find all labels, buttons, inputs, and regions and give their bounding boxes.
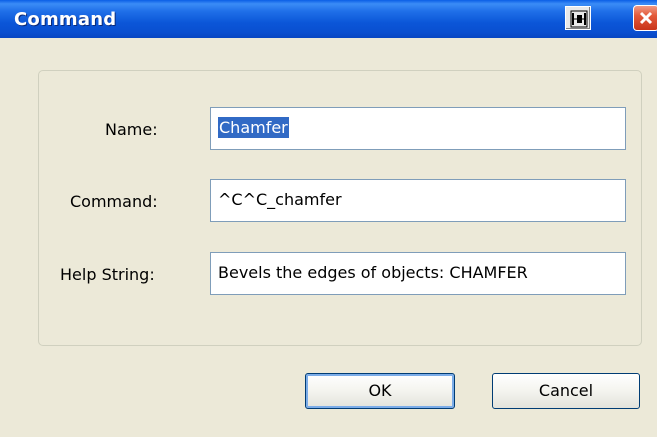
- name-value: Chamfer: [218, 117, 289, 138]
- name-field[interactable]: Chamfer: [210, 107, 626, 150]
- title-bar[interactable]: Command: [0, 0, 657, 38]
- command-dialog: Command Name: Chamfer Command: ^C^C_cham…: [0, 0, 657, 437]
- close-icon: [639, 11, 653, 25]
- pin-button[interactable]: [565, 6, 591, 30]
- help-string-label: Help String:: [60, 265, 155, 284]
- command-value: ^C^C_chamfer: [218, 190, 342, 209]
- help-string-value: Bevels the edges of objects: CHAMFER: [218, 263, 528, 282]
- pin-icon: [570, 10, 588, 28]
- close-button[interactable]: [633, 5, 657, 31]
- cancel-button[interactable]: Cancel: [492, 373, 640, 409]
- window-title: Command: [14, 9, 117, 30]
- command-field[interactable]: ^C^C_chamfer: [210, 179, 626, 222]
- help-string-field[interactable]: Bevels the edges of objects: CHAMFER: [210, 252, 626, 295]
- name-label: Name:: [105, 120, 158, 139]
- command-label: Command:: [70, 192, 158, 211]
- ok-button[interactable]: OK: [305, 373, 455, 409]
